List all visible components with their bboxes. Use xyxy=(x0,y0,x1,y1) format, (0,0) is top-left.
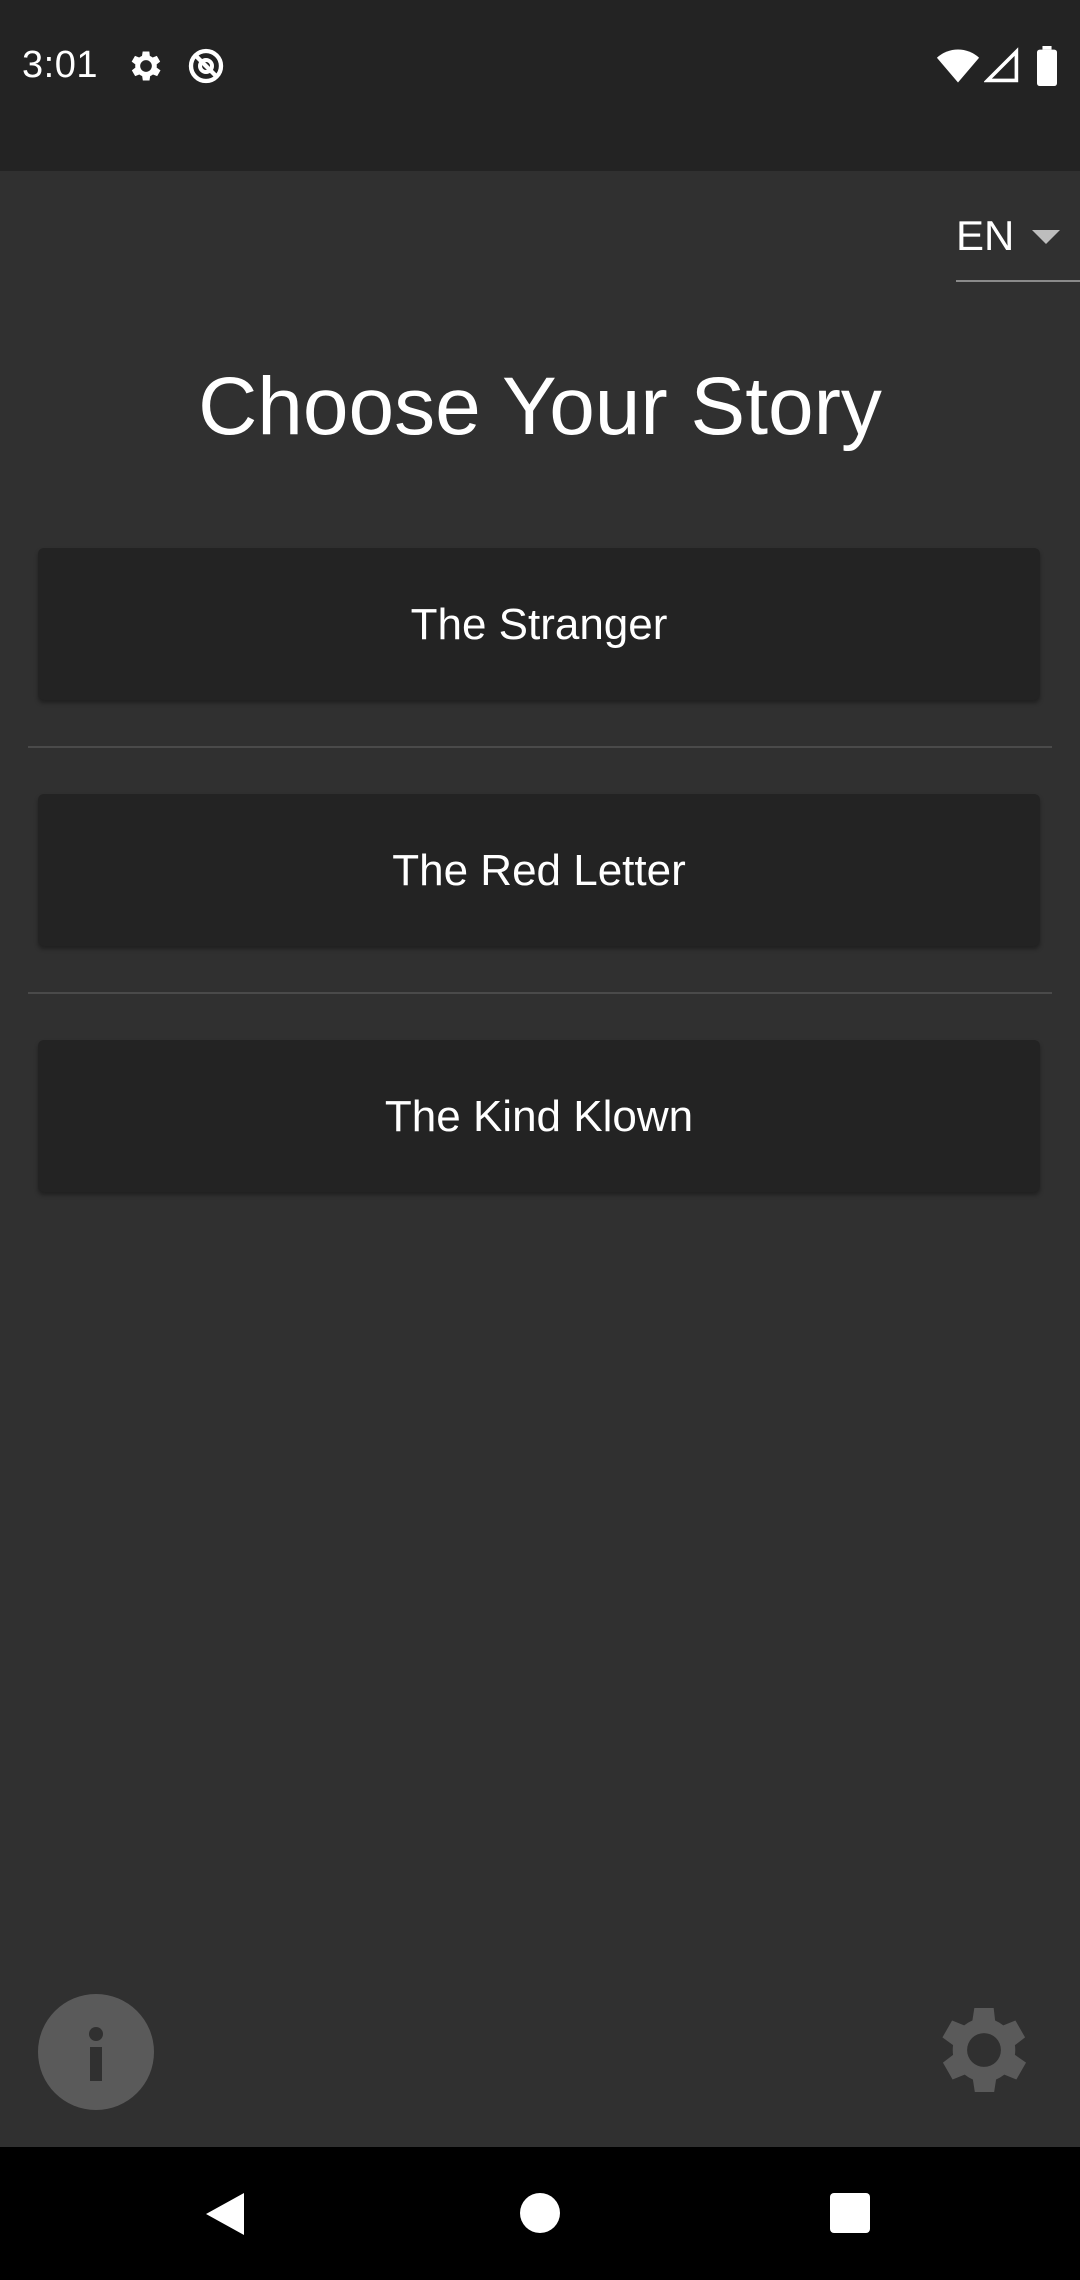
settings-gear-icon xyxy=(942,2007,1027,2093)
wifi-icon xyxy=(936,49,980,83)
language-dropdown[interactable]: EN xyxy=(956,200,1080,282)
page-title: Choose Your Story xyxy=(198,361,882,452)
language-value: EN xyxy=(956,212,1015,259)
story-button-red-letter[interactable]: The Red Letter xyxy=(38,794,1040,946)
battery-icon xyxy=(1037,46,1057,86)
divider xyxy=(28,746,1052,748)
chevron-down-icon xyxy=(1032,230,1060,244)
settings-button[interactable] xyxy=(926,1992,1042,2108)
recents-icon[interactable] xyxy=(830,2193,870,2233)
info-button[interactable] xyxy=(38,1994,154,2110)
home-icon[interactable] xyxy=(520,2193,560,2233)
signal-icon xyxy=(984,47,1019,83)
status-time: 3:01 xyxy=(22,44,98,86)
app-screen: 3:01 EN Choose Your Story The Stranger T… xyxy=(0,0,1080,2280)
story-button-stranger[interactable]: The Stranger xyxy=(38,548,1040,700)
navigation-bar xyxy=(0,2147,1080,2280)
no-sync-icon xyxy=(188,48,224,84)
story-button-kind-klown[interactable]: The Kind Klown xyxy=(38,1040,1040,1192)
divider xyxy=(28,992,1052,994)
gear-icon xyxy=(131,51,161,81)
back-icon[interactable] xyxy=(204,2191,246,2237)
info-icon xyxy=(89,2027,103,2081)
status-bar: 3:01 xyxy=(0,0,1080,171)
story-list: The Stranger The Red Letter The Kind Klo… xyxy=(28,548,1052,1192)
